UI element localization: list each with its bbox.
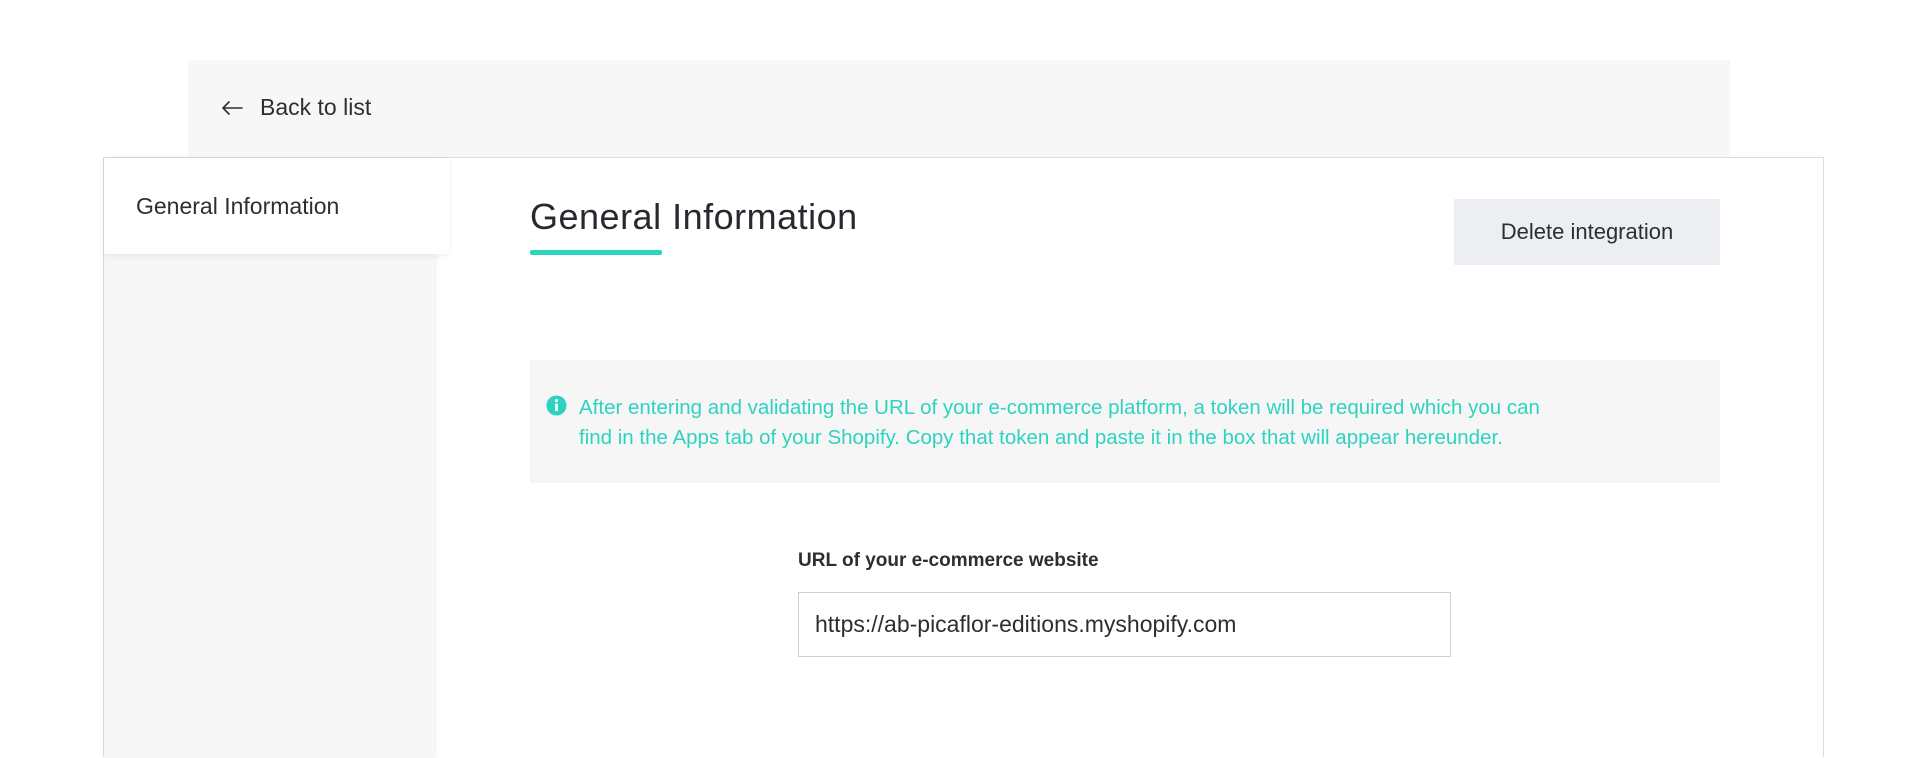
main-content: General Information Delete integration A…: [530, 158, 1720, 758]
back-to-list-link[interactable]: Back to list: [220, 94, 371, 121]
info-message-line-2: find in the Apps tab of your Shopify. Co…: [579, 426, 1503, 449]
integration-card: General Information General Information …: [103, 157, 1824, 758]
info-icon: [546, 395, 567, 416]
info-message: After entering and validating the URL of…: [579, 393, 1679, 453]
info-message-line-1: After entering and validating the URL of…: [579, 396, 1540, 419]
sidebar-item-general-information[interactable]: General Information: [104, 158, 449, 254]
delete-integration-button[interactable]: Delete integration: [1454, 199, 1720, 265]
back-to-list-label: Back to list: [260, 94, 372, 120]
title-underline: [530, 250, 662, 255]
page-title: General Information: [530, 196, 858, 237]
top-bar: Back to list: [188, 60, 1730, 158]
url-field-label: URL of your e-commerce website: [798, 550, 1099, 571]
info-box: After entering and validating the URL of…: [530, 360, 1720, 483]
arrow-left-icon: [222, 100, 243, 115]
sidebar-item-label: General Information: [136, 192, 340, 219]
url-input[interactable]: [798, 592, 1451, 657]
